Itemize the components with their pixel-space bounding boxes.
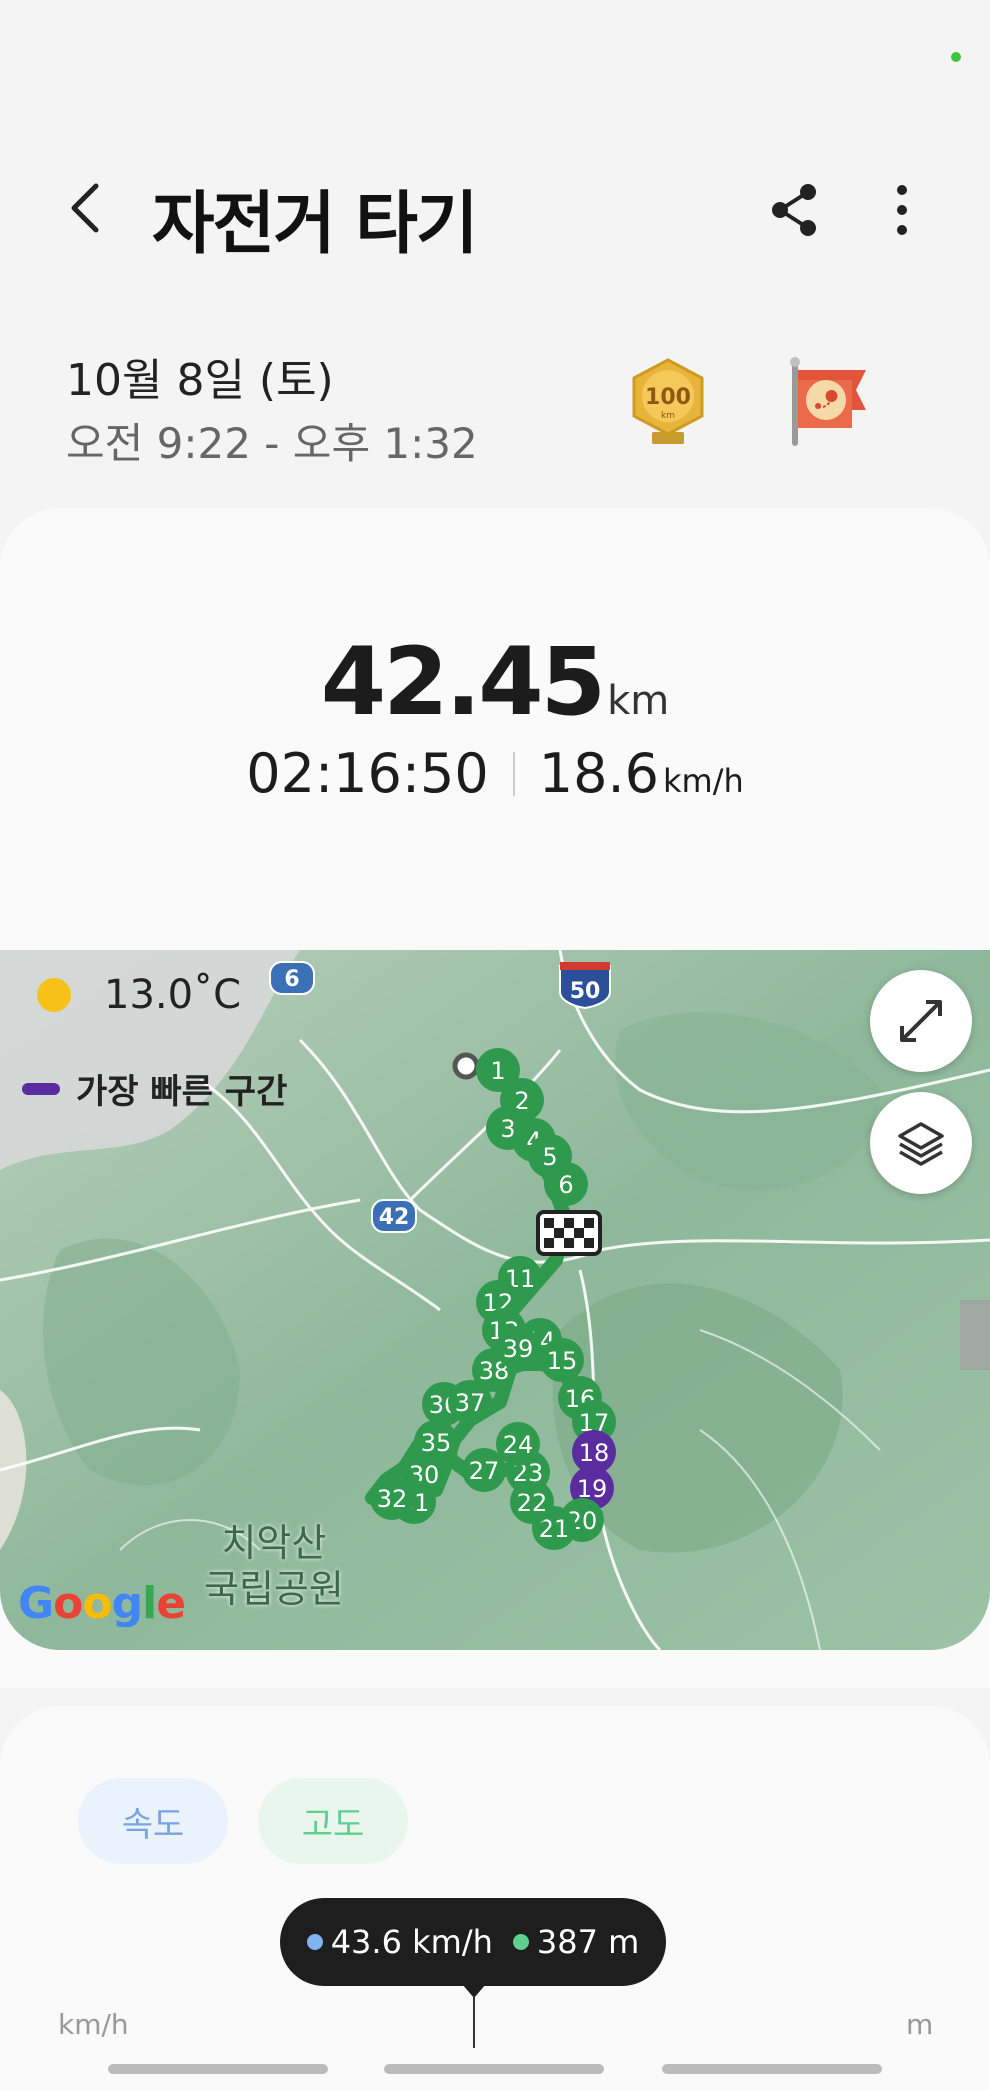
- back-button[interactable]: [60, 178, 120, 238]
- medal-unit: km: [661, 411, 675, 421]
- svg-text:6: 6: [284, 967, 299, 992]
- route-flag-icon: [790, 357, 866, 446]
- map-terrain: 6 42 50 12345611121314151617181920212223…: [0, 950, 990, 1650]
- distance-medal-badge[interactable]: 100 km: [626, 356, 710, 448]
- medal-100km-icon: 100 km: [632, 358, 704, 444]
- route-flag-badge[interactable]: [782, 356, 874, 448]
- tab-speed[interactable]: 속도: [78, 1778, 228, 1864]
- route-marker-label: 35: [421, 1429, 452, 1457]
- route-marker-label: 32: [377, 1485, 408, 1513]
- google-logo-letter: g: [111, 1578, 143, 1629]
- axis-left-unit: km/h: [58, 2008, 129, 2041]
- stat-divider: [512, 752, 515, 796]
- top-app-bar: 자전거 타기: [0, 150, 990, 270]
- page-title: 자전거 타기: [152, 185, 478, 264]
- tooltip-altitude: 387 m: [512, 1923, 640, 1961]
- temperature: 13.0˚C: [104, 972, 241, 1018]
- route-marker: 15: [540, 1338, 584, 1382]
- distance-unit: km: [607, 678, 670, 724]
- road-shield-42: 42: [371, 1199, 417, 1233]
- svg-text:50: 50: [570, 979, 601, 1004]
- route-marker: 27: [462, 1448, 506, 1492]
- route-marker-label: 39: [503, 1335, 534, 1363]
- route-marker: 35: [414, 1420, 458, 1464]
- google-logo-letter: G: [18, 1578, 54, 1629]
- google-logo-letter: l: [142, 1578, 157, 1629]
- more-options-button[interactable]: [880, 180, 924, 240]
- workout-date: 10월 8일 (토): [66, 355, 334, 406]
- park-label-line1: 치악산: [221, 1521, 327, 1565]
- tab-altitude[interactable]: 고도: [258, 1778, 408, 1864]
- park-label-line2: 국립공원: [204, 1567, 344, 1611]
- route-marker: 39: [496, 1326, 540, 1370]
- route-marker-label: 18: [579, 1439, 610, 1467]
- park-label: 치악산 국립공원: [204, 1520, 344, 1612]
- route-marker-label: 1: [490, 1057, 505, 1085]
- google-logo-letter: e: [156, 1578, 186, 1629]
- route-marker: 32: [370, 1476, 414, 1520]
- nav-bar-left[interactable]: [108, 2064, 328, 2074]
- avg-speed-unit: km/h: [663, 762, 744, 800]
- google-logo-letter: o: [53, 1578, 83, 1629]
- workout-time-range: 오전 9:22 - 오후 1:32: [66, 419, 478, 468]
- route-marker: 6: [544, 1162, 588, 1206]
- duration-value: 02:16:50: [246, 742, 489, 805]
- tooltip-speed-value: 43.6 km/h: [330, 1923, 493, 1961]
- route-map[interactable]: 6 42 50 12345611121314151617181920212223…: [0, 950, 990, 1650]
- route-marker-label: 27: [469, 1457, 500, 1485]
- axis-right-unit: m: [906, 2008, 934, 2041]
- google-logo-letter: o: [82, 1578, 112, 1629]
- nav-bar-right[interactable]: [662, 2064, 882, 2074]
- speed-dot-icon: [306, 1934, 323, 1950]
- route-marker-label: 24: [503, 1431, 534, 1459]
- distance-value: 42.45: [320, 628, 606, 737]
- expand-icon: [900, 1000, 942, 1042]
- legend-swatch: [22, 1082, 60, 1095]
- total-distance: 42.45 km: [0, 628, 990, 737]
- google-attribution-logo: Google: [18, 1578, 186, 1629]
- layers-icon: [898, 1122, 944, 1166]
- status-indicator-dot: [951, 52, 961, 62]
- route-marker-label: 6: [558, 1171, 573, 1199]
- medal-value: 100: [645, 385, 691, 410]
- chart-tooltip: 43.6 km/h 387 m: [280, 1898, 666, 1986]
- more-vertical-icon: [897, 185, 907, 235]
- sun-icon: [37, 978, 71, 1012]
- share-icon: [772, 184, 816, 236]
- map-layers-button[interactable]: [870, 1092, 972, 1194]
- altitude-dot-icon: [512, 1934, 529, 1950]
- tooltip-speed: 43.6 km/h: [306, 1923, 493, 1961]
- finish-flag-icon: [536, 1210, 602, 1256]
- avg-speed-value: 18.6: [538, 742, 659, 805]
- weather-info: 13.0˚C: [34, 972, 241, 1018]
- road-shield-6: 6: [269, 961, 315, 995]
- route-marker-label: 15: [547, 1347, 578, 1375]
- legend-label: 가장 빠른 구간: [76, 1072, 288, 1112]
- expand-map-button[interactable]: [870, 970, 972, 1072]
- duration-speed-row: 02:16:50 18.6 km/h: [0, 742, 990, 805]
- highway-shield-50: 50: [559, 962, 611, 1010]
- chart-cursor-line[interactable]: [473, 1996, 475, 2048]
- tooltip-altitude-value: 387 m: [536, 1923, 640, 1961]
- route-marker-label: 37: [455, 1389, 486, 1417]
- nav-bar-home[interactable]: [384, 2064, 604, 2074]
- svg-text:42: 42: [379, 1205, 410, 1230]
- share-button[interactable]: [764, 180, 824, 240]
- fastest-segment-legend: 가장 빠른 구간: [22, 1064, 287, 1113]
- chevron-left-icon: [71, 183, 99, 233]
